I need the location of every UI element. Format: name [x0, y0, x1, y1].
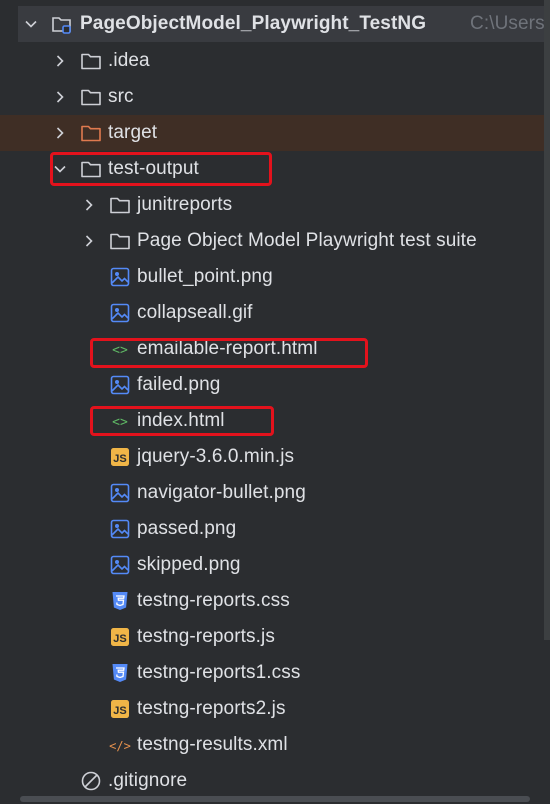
horizontal-scrollbar[interactable] [0, 794, 550, 804]
tree-item-jquery-3-6-0-min-js[interactable]: JS jquery-3.6.0.min.js [0, 439, 550, 475]
tree-item-idea[interactable]: .idea [0, 43, 550, 79]
tree-item-bullet-point-png[interactable]: bullet_point.png [0, 259, 550, 295]
tree-item-junitreports[interactable]: junitreports [0, 187, 550, 223]
tree-item-label: skipped.png [137, 554, 241, 575]
horizontal-scrollbar-thumb[interactable] [20, 796, 530, 802]
tree-item-label: navigator-bullet.png [137, 482, 306, 503]
tree-item-index-html[interactable]: <> index.html [0, 403, 550, 439]
red-highlight-box [90, 338, 368, 368]
css-file-icon [109, 662, 131, 684]
tree-item-label: src [108, 86, 134, 107]
red-highlight-box [50, 152, 272, 186]
image-file-icon [109, 554, 131, 576]
chevron-right-icon[interactable] [53, 126, 67, 140]
tree-item-page-object-model-playwright-test-suite[interactable]: Page Object Model Playwright test suite [0, 223, 550, 259]
image-file-icon [109, 374, 131, 396]
javascript-file-icon: JS [109, 698, 131, 720]
image-file-icon [109, 518, 131, 540]
tree-item-passed-png[interactable]: passed.png [0, 511, 550, 547]
tree-item-testng-reports1-css[interactable]: testng-reports1.css [0, 655, 550, 691]
tree-item-target[interactable]: target [0, 115, 550, 151]
tree-item-label: junitreports [137, 194, 233, 215]
image-file-icon [109, 482, 131, 504]
tree-item-testng-reports-css[interactable]: testng-reports.css [0, 583, 550, 619]
tree-item-label: testng-reports.css [137, 590, 290, 611]
tree-item-label: failed.png [137, 374, 221, 395]
tree-item-collapseall-gif[interactable]: collapseall.gif [0, 295, 550, 331]
tree-item-label: testng-reports1.css [137, 662, 301, 683]
tree-item-label: collapseall.gif [137, 302, 253, 323]
svg-text:JS: JS [113, 633, 126, 645]
project-root-row[interactable]: PageObjectModel_Playwright_TestNG C:\Use… [18, 6, 550, 42]
excluded-folder-icon [80, 122, 102, 144]
tree-item-testng-reports-js[interactable]: JS testng-reports.js [0, 619, 550, 655]
svg-text:JS: JS [113, 705, 126, 717]
svg-text:JS: JS [113, 453, 126, 465]
tree-item-testng-reports2-js[interactable]: JS testng-reports2.js [0, 691, 550, 727]
chevron-right-icon[interactable] [53, 90, 67, 104]
tree-item-failed-png[interactable]: failed.png [0, 367, 550, 403]
image-file-icon [109, 302, 131, 324]
chevron-right-icon[interactable] [53, 54, 67, 68]
folder-icon [109, 194, 131, 216]
chevron-right-icon[interactable] [82, 234, 96, 248]
folder-icon [109, 230, 131, 252]
tree-item-label: testng-results.xml [137, 734, 288, 755]
tree-item-label: .idea [108, 50, 150, 71]
tree-item-label: jquery-3.6.0.min.js [137, 446, 295, 467]
folder-icon [80, 50, 102, 72]
tree-item-label: target [108, 122, 158, 143]
tree-item-label: passed.png [137, 518, 237, 539]
gitignore-icon [80, 770, 102, 792]
svg-text:</>: </> [109, 739, 131, 753]
module-folder-icon [51, 13, 73, 35]
chevron-right-icon[interactable] [82, 198, 96, 212]
project-name: PageObjectModel_Playwright_TestNG [80, 13, 427, 34]
tree-item-label: testng-reports2.js [137, 698, 286, 719]
tree-item-label: bullet_point.png [137, 266, 273, 287]
chevron-down-icon[interactable] [24, 17, 38, 31]
tree-item-skipped-png[interactable]: skipped.png [0, 547, 550, 583]
javascript-file-icon: JS [109, 626, 131, 648]
tree-item-navigator-bullet-png[interactable]: navigator-bullet.png [0, 475, 550, 511]
red-highlight-box [90, 406, 274, 436]
tree-item-label: Page Object Model Playwright test suite [137, 230, 477, 251]
tree-item-label: testng-reports.js [137, 626, 275, 647]
project-path-hint: C:\Users [470, 13, 545, 34]
css-file-icon [109, 590, 131, 612]
xml-file-icon: </> [109, 734, 131, 756]
image-file-icon [109, 266, 131, 288]
javascript-file-icon: JS [109, 446, 131, 468]
vertical-scrollbar[interactable] [544, 0, 550, 640]
tree-item-testng-results-xml[interactable]: </> testng-results.xml [0, 727, 550, 763]
folder-icon [80, 86, 102, 108]
tree-item-src[interactable]: src [0, 79, 550, 115]
